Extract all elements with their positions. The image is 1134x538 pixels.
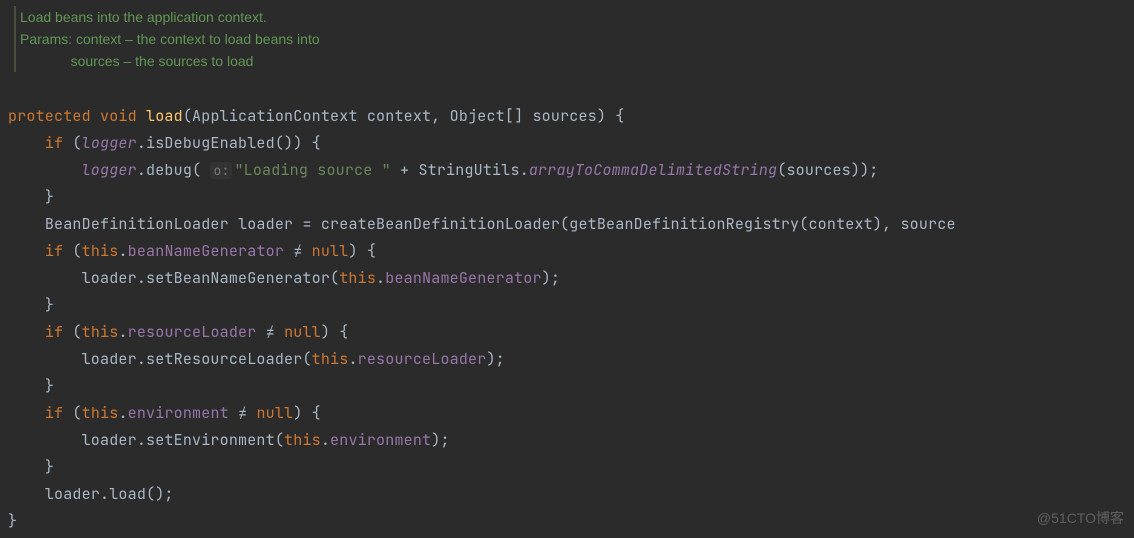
call-getbeandefinitionregistry: getBeanDefinitionRegistry: [569, 214, 799, 234]
type-beandefinitionloader: BeanDefinitionLoader: [45, 214, 229, 234]
type-object: Object: [450, 106, 505, 126]
arg-sources: sources: [786, 160, 850, 180]
call-setbeannamegenerator: setBeanNameGenerator: [146, 268, 330, 288]
trail-source: source: [900, 214, 955, 234]
kw-this-1: this: [82, 241, 119, 261]
kw-this-5: this: [82, 403, 119, 423]
javadoc-params-label: Params:: [20, 31, 72, 47]
var-loader-2: loader: [82, 268, 137, 288]
kw-this-6: this: [284, 430, 321, 450]
code-block[interactable]: protected void load(ApplicationContext c…: [0, 76, 1134, 535]
field-beannamegenerator: beanNameGenerator: [128, 241, 284, 261]
kw-if-3: if: [45, 322, 63, 342]
op-neq-3: ≠: [238, 403, 247, 423]
kw-protected: protected: [8, 106, 91, 126]
method-name-load: load: [146, 106, 183, 126]
var-loader: loader: [238, 214, 293, 234]
kw-if-1: if: [45, 133, 63, 153]
kw-this-3: this: [82, 322, 119, 342]
var-loader-5: loader: [45, 484, 100, 504]
code-editor[interactable]: Load beans into the application context.…: [0, 0, 1134, 538]
type-stringutils: StringUtils: [418, 160, 519, 180]
kw-if-4: if: [45, 403, 63, 423]
field-beannamegenerator-2: beanNameGenerator: [385, 268, 541, 288]
call-load: load: [109, 484, 146, 504]
javadoc-param2: sources – the sources to load: [20, 50, 1134, 72]
kw-null-1: null: [312, 241, 349, 261]
call-arraytocomma: arrayToCommaDelimitedString: [529, 160, 777, 180]
kw-null-2: null: [284, 322, 321, 342]
type-applicationcontext: ApplicationContext: [192, 106, 358, 126]
var-loader-4: loader: [82, 430, 137, 450]
kw-this-4: this: [312, 349, 349, 369]
call-setresourceloader: setResourceLoader: [146, 349, 302, 369]
param-sources: sources: [532, 106, 596, 126]
javadoc-block: Load beans into the application context.…: [14, 6, 1134, 72]
call-debug: debug: [146, 160, 192, 180]
arg-context: context: [808, 214, 872, 234]
field-logger-2: logger: [82, 160, 137, 180]
javadoc-param1: context – the context to load beans into: [72, 31, 320, 47]
javadoc-summary: Load beans into the application context.: [20, 6, 1134, 28]
javadoc-params: Params: context – the context to load be…: [20, 28, 1134, 50]
field-resourceloader: resourceLoader: [128, 322, 257, 342]
kw-if-2: if: [45, 241, 63, 261]
call-setenvironment: setEnvironment: [146, 430, 275, 450]
field-logger: logger: [82, 133, 137, 153]
param-hint-o: o:: [210, 162, 232, 179]
field-resourceloader-2: resourceLoader: [358, 349, 487, 369]
call-createbeandefinitionloader: createBeanDefinitionLoader: [321, 214, 560, 234]
param-context: context: [367, 106, 431, 126]
kw-null-3: null: [256, 403, 293, 423]
call-isdebugenabled: isDebugEnabled: [146, 133, 275, 153]
kw-void: void: [100, 106, 137, 126]
string-loading-source: "Loading source ": [234, 160, 390, 180]
op-neq-2: ≠: [266, 322, 275, 342]
field-environment-2: environment: [330, 430, 431, 450]
op-neq-1: ≠: [293, 241, 302, 261]
var-loader-3: loader: [82, 349, 137, 369]
field-environment: environment: [128, 403, 229, 423]
kw-this-2: this: [339, 268, 376, 288]
